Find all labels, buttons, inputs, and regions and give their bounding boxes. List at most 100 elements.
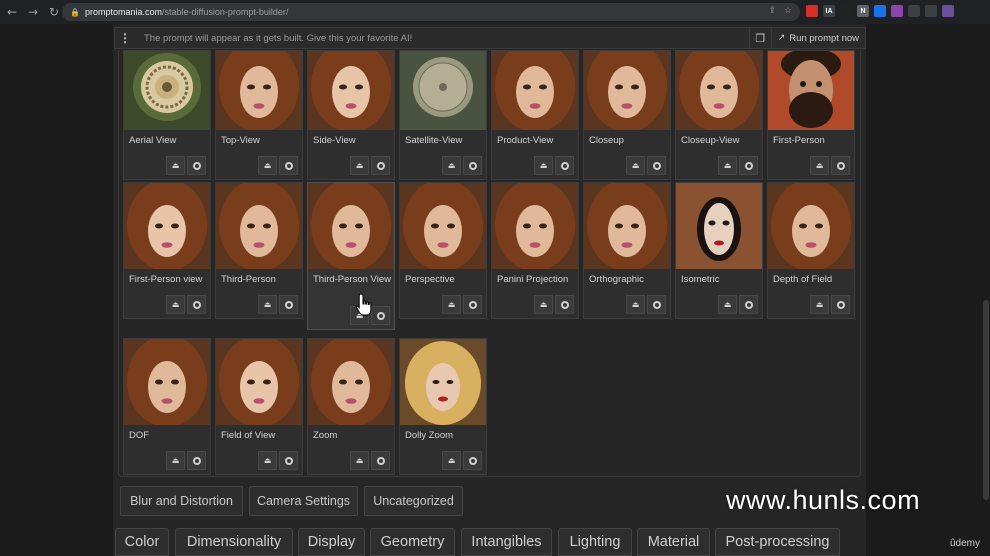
view-card[interactable]: Satellite-View ⏏ bbox=[399, 50, 487, 180]
add-to-prompt-button[interactable] bbox=[371, 451, 390, 470]
run-prompt-button[interactable]: ↗ Run prompt now bbox=[770, 28, 865, 48]
image-search-button[interactable]: ⏏ bbox=[166, 295, 185, 314]
flask-icon: ⏏ bbox=[539, 300, 548, 309]
flask-icon: ⏏ bbox=[355, 456, 364, 465]
add-to-prompt-button[interactable] bbox=[555, 295, 574, 314]
back-icon[interactable]: ← bbox=[3, 3, 21, 21]
add-to-prompt-button[interactable] bbox=[463, 451, 482, 470]
view-card[interactable]: Dolly Zoom ⏏ bbox=[399, 338, 487, 475]
ext-sidebar-icon[interactable] bbox=[925, 5, 937, 17]
add-to-prompt-button[interactable] bbox=[463, 156, 482, 175]
ext-blue-icon[interactable] bbox=[874, 5, 886, 17]
tab-lighting[interactable]: Lighting bbox=[558, 528, 632, 556]
share-icon[interactable]: ⇪ bbox=[768, 5, 776, 16]
tab-color[interactable]: Color bbox=[115, 528, 169, 556]
image-search-button[interactable]: ⏏ bbox=[534, 156, 553, 175]
prompt-placeholder[interactable]: The prompt will appear as it gets built.… bbox=[144, 33, 749, 44]
view-card[interactable]: Panini Projection ⏏ bbox=[491, 182, 579, 319]
add-to-prompt-button[interactable] bbox=[187, 295, 206, 314]
view-label: Closeup bbox=[589, 135, 624, 146]
add-to-prompt-button[interactable] bbox=[279, 451, 298, 470]
image-search-button[interactable]: ⏏ bbox=[626, 156, 645, 175]
add-to-prompt-button[interactable] bbox=[187, 156, 206, 175]
ext-red-icon[interactable] bbox=[806, 5, 818, 17]
view-card[interactable]: Aerial View ⏏ bbox=[123, 50, 211, 180]
view-card[interactable]: First-Person ⏏ bbox=[767, 50, 855, 180]
ext-n-icon[interactable]: N bbox=[857, 5, 869, 17]
image-search-button[interactable]: ⏏ bbox=[258, 295, 277, 314]
view-card[interactable]: Isometric ⏏ bbox=[675, 182, 763, 319]
category-button[interactable]: Uncategorized bbox=[364, 486, 463, 516]
add-to-prompt-button[interactable] bbox=[739, 295, 758, 314]
add-to-prompt-button[interactable] bbox=[187, 451, 206, 470]
ext-puzzle-icon[interactable] bbox=[908, 5, 920, 17]
more-options-icon[interactable]: ⋮ bbox=[115, 31, 135, 45]
tab-geometry[interactable]: Geometry bbox=[370, 528, 455, 556]
add-circle-icon bbox=[284, 300, 293, 309]
image-search-button[interactable]: ⏏ bbox=[166, 451, 185, 470]
ext-dark-icon[interactable] bbox=[840, 5, 852, 17]
image-search-button[interactable]: ⏏ bbox=[350, 451, 369, 470]
image-search-button[interactable]: ⏏ bbox=[350, 156, 369, 175]
view-thumbnail bbox=[124, 339, 210, 425]
ext-purple-icon[interactable] bbox=[891, 5, 903, 17]
bookmark-star-icon[interactable]: ☆ bbox=[784, 5, 792, 16]
address-bar[interactable]: 🔒 promptomania.com /stable-diffusion-pro… bbox=[62, 3, 800, 21]
add-to-prompt-button[interactable] bbox=[831, 295, 850, 314]
tab-dimensionality[interactable]: Dimensionality bbox=[175, 528, 293, 556]
add-to-prompt-button[interactable] bbox=[371, 156, 390, 175]
add-to-prompt-button[interactable] bbox=[555, 156, 574, 175]
tab-material[interactable]: Material bbox=[637, 528, 710, 556]
view-card[interactable]: Depth of Field ⏏ bbox=[767, 182, 855, 319]
add-to-prompt-button[interactable] bbox=[831, 156, 850, 175]
add-to-prompt-button[interactable] bbox=[647, 156, 666, 175]
image-search-button[interactable]: ⏏ bbox=[810, 156, 829, 175]
reload-icon[interactable]: ↻ bbox=[45, 3, 63, 21]
view-card[interactable]: Third-Person View ⏏ bbox=[307, 182, 395, 330]
view-card[interactable]: Field of View ⏏ bbox=[215, 338, 303, 475]
view-label: Depth of Field bbox=[773, 274, 833, 285]
view-card[interactable]: DOF ⏏ bbox=[123, 338, 211, 475]
ext-avatar-icon[interactable] bbox=[942, 5, 954, 17]
view-card[interactable]: Top-View ⏏ bbox=[215, 50, 303, 180]
category-button[interactable]: Camera Settings bbox=[249, 486, 358, 516]
view-card[interactable]: Side-View ⏏ bbox=[307, 50, 395, 180]
image-search-button[interactable]: ⏏ bbox=[258, 156, 277, 175]
view-thumbnail bbox=[492, 183, 578, 269]
ext-ia-icon[interactable]: IA bbox=[823, 5, 835, 17]
view-card[interactable]: Orthographic ⏏ bbox=[583, 182, 671, 319]
view-card[interactable]: Zoom ⏏ bbox=[307, 338, 395, 475]
tab-post-processing[interactable]: Post-processing bbox=[715, 528, 840, 556]
tab-display[interactable]: Display bbox=[298, 528, 365, 556]
view-card[interactable]: Product-View ⏏ bbox=[491, 50, 579, 180]
flask-icon: ⏏ bbox=[263, 456, 272, 465]
add-to-prompt-button[interactable] bbox=[647, 295, 666, 314]
image-search-button[interactable]: ⏏ bbox=[718, 295, 737, 314]
image-search-button[interactable]: ⏏ bbox=[442, 156, 461, 175]
add-to-prompt-button[interactable] bbox=[279, 295, 298, 314]
add-to-prompt-button[interactable] bbox=[463, 295, 482, 314]
add-to-prompt-button[interactable] bbox=[279, 156, 298, 175]
copy-prompt-button[interactable]: ❐ bbox=[748, 28, 771, 48]
view-card[interactable]: First-Person view ⏏ bbox=[123, 182, 211, 319]
view-thumbnail bbox=[768, 183, 854, 269]
view-card[interactable]: Third-Person ⏏ bbox=[215, 182, 303, 319]
image-search-button[interactable]: ⏏ bbox=[442, 451, 461, 470]
add-to-prompt-button[interactable] bbox=[739, 156, 758, 175]
tab-intangibles[interactable]: Intangibles bbox=[461, 528, 552, 556]
forward-icon[interactable]: → bbox=[24, 3, 42, 21]
view-card[interactable]: Closeup-View ⏏ bbox=[675, 50, 763, 180]
image-search-button[interactable]: ⏏ bbox=[718, 156, 737, 175]
category-button[interactable]: Blur and Distortion bbox=[120, 486, 243, 516]
view-card[interactable]: Closeup ⏏ bbox=[583, 50, 671, 180]
view-card[interactable]: Perspective ⏏ bbox=[399, 182, 487, 319]
image-search-button[interactable]: ⏏ bbox=[258, 451, 277, 470]
image-search-button[interactable]: ⏏ bbox=[166, 156, 185, 175]
flask-icon: ⏏ bbox=[171, 300, 180, 309]
page-scrollbar[interactable] bbox=[983, 300, 989, 500]
image-search-button[interactable]: ⏏ bbox=[442, 295, 461, 314]
flask-icon: ⏏ bbox=[447, 456, 456, 465]
image-search-button[interactable]: ⏏ bbox=[626, 295, 645, 314]
image-search-button[interactable]: ⏏ bbox=[810, 295, 829, 314]
image-search-button[interactable]: ⏏ bbox=[534, 295, 553, 314]
